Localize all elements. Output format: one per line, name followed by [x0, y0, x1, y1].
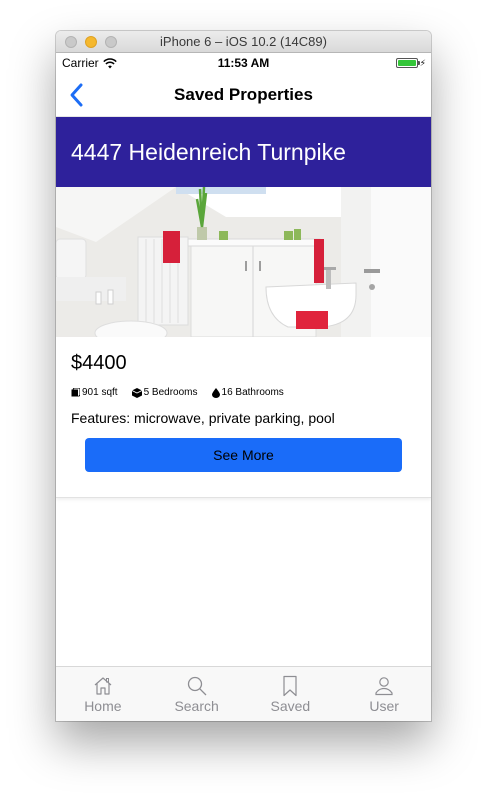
- bookmark-icon: [283, 675, 297, 697]
- person-icon: [375, 677, 393, 696]
- sqft-label: 901 sqft: [82, 387, 118, 398]
- battery-fill: [397, 60, 416, 66]
- cube-icon: [131, 387, 142, 398]
- tab-saved[interactable]: Saved: [244, 667, 338, 721]
- page-title: Saved Properties: [174, 85, 313, 104]
- spec-bedrooms: 5 Bedrooms: [131, 387, 198, 398]
- property-specs: 901 sqft 5 Bedrooms 16 Bathrooms: [71, 387, 416, 398]
- see-more-button[interactable]: See More: [85, 438, 402, 472]
- window-titlebar: iPhone 6 – iOS 10.2 (14C89): [56, 31, 431, 53]
- charging-bolt-icon: ⚡: [419, 58, 426, 68]
- tab-home-label: Home: [84, 698, 122, 714]
- property-price: $4400: [71, 352, 127, 374]
- bedrooms-label: 5 Bedrooms: [143, 387, 198, 398]
- status-bar: Carrier 11:53 AM ⚡: [56, 53, 431, 73]
- stage: iPhone 6 – iOS 10.2 (14C89) Carrier 11:5…: [0, 0, 487, 801]
- property-features: Features: microwave, private parking, po…: [71, 410, 335, 426]
- area-icon: [71, 388, 80, 397]
- property-card: 4447 Heidenreich Turnpike $4400 901 sqft…: [56, 117, 431, 498]
- window-title: iPhone 6 – iOS 10.2 (14C89): [160, 34, 327, 49]
- tab-search[interactable]: Search: [150, 667, 244, 721]
- phone-screen: Carrier 11:53 AM ⚡ Saved Properties 4447…: [56, 53, 431, 721]
- status-time: 11:53 AM: [217, 56, 270, 70]
- battery-icon: [395, 58, 420, 68]
- navigation-bar: Saved Properties: [56, 73, 431, 117]
- bathroom-photo-illustration: [56, 187, 431, 337]
- spec-sqft: 901 sqft: [71, 387, 118, 398]
- bathrooms-label: 16 Bathrooms: [221, 387, 284, 398]
- battery-indicator: ⚡: [395, 58, 426, 68]
- magnifier-icon: [187, 676, 207, 696]
- tab-bar: Home Search Saved User: [56, 666, 431, 721]
- house-icon: [94, 677, 112, 695]
- tab-user-label: User: [369, 698, 399, 714]
- property-details: $4400 901 sqft 5 Bedrooms 16 Bathrooms F…: [56, 337, 431, 498]
- property-address: 4447 Heidenreich Turnpike: [56, 117, 431, 187]
- spec-bathrooms: 16 Bathrooms: [211, 387, 284, 398]
- tab-user[interactable]: User: [337, 667, 431, 721]
- tab-search-label: Search: [174, 698, 219, 714]
- property-photo: [56, 187, 431, 337]
- simulator-window: iPhone 6 – iOS 10.2 (14C89) Carrier 11:5…: [56, 31, 431, 721]
- water-drop-icon: [211, 387, 220, 398]
- tab-home[interactable]: Home: [56, 667, 150, 721]
- tab-saved-label: Saved: [270, 698, 311, 714]
